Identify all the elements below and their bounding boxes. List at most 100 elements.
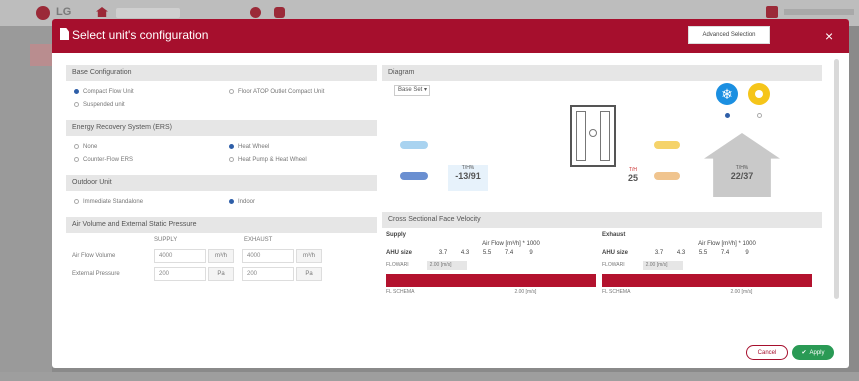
radio-label: Heat Wheel [238, 143, 270, 150]
airflow-row: Air Flow Volume 4000 m³/h 4000 m³/h [66, 247, 377, 265]
logo-text: LG [56, 6, 72, 18]
user-icon[interactable] [274, 7, 285, 18]
cooling-mode-icon[interactable]: ❄ [716, 83, 738, 105]
app-footer [0, 372, 859, 381]
home-icon[interactable] [96, 7, 108, 17]
unit-label: m³/h [296, 249, 322, 263]
velocity-bar [386, 274, 596, 287]
heat-wheel-icon [589, 129, 597, 137]
scrollbar[interactable] [834, 59, 839, 299]
room-temp-value: 22/37 [730, 171, 754, 181]
radio-label: Indoor [238, 198, 256, 205]
velocity-pill: 2.00 [m/s] [642, 260, 683, 270]
radio-floor-atop[interactable]: Floor ATOP Outlet Compact Unit [221, 89, 376, 95]
pressure-label: External Pressure [72, 271, 120, 277]
airvol-header: Air Volume and External Static Pressure [66, 217, 377, 233]
document-icon [60, 28, 69, 40]
return-air-arrow-icon [654, 141, 680, 149]
radio-heat-pump[interactable]: Heat Pump & Heat Wheel [221, 157, 376, 163]
exhaust-out-arrow-icon [400, 141, 428, 149]
room-temp: T/H% 22/37 [722, 165, 762, 181]
unit-label: Pa [296, 267, 322, 281]
supply-velocity: Supply Air Flow [m³/h] * 1000 AHU size 3… [386, 232, 596, 297]
radio-compact-flow[interactable]: Compact Flow Unit [66, 89, 221, 95]
radio-standalone[interactable]: Immediate Standalone [66, 199, 221, 205]
base-config-header: Base Configuration [66, 65, 377, 81]
row-label: FLOWARI [602, 262, 625, 268]
outside-temp-value: -13/91 [455, 171, 481, 181]
radio-indoor[interactable]: Indoor [221, 199, 376, 205]
airflow-value: 9 [529, 250, 533, 256]
exhaust-temp-box: T/H 25 [622, 167, 644, 189]
left-column: Base Configuration Compact Flow Unit Flo… [66, 65, 377, 283]
airflow-value: 5.5 [482, 250, 492, 256]
unit-config-modal: Select unit's configuration Advanced Sel… [52, 19, 849, 368]
fresh-air-in-arrow-icon [400, 172, 428, 180]
radio-counter-flow[interactable]: Counter-Flow ERS [66, 157, 221, 163]
radio-icon [74, 157, 79, 162]
search-input[interactable] [116, 8, 180, 18]
ahu-unit-diagram [570, 105, 616, 167]
exhaust-pressure-input[interactable]: 200 [242, 267, 294, 281]
velocity-pill: 2.00 [m/s] [426, 260, 467, 270]
exhaust-header: EXHAUST [244, 237, 273, 243]
exhaust-title: Exhaust [602, 232, 626, 238]
row-label: FLOWARI [386, 262, 409, 268]
settings-icon[interactable] [250, 7, 261, 18]
supply-header: SUPPLY [154, 237, 178, 243]
supply-title: Supply [386, 232, 407, 238]
exhaust-airflow-input[interactable]: 4000 [242, 249, 294, 263]
cooling-radio-icon[interactable] [725, 113, 730, 118]
supply-air-arrow-icon [654, 172, 680, 180]
right-column: Diagram Base Set ▾ ❄ T/H% -13/91 T/H 25 [382, 65, 822, 328]
airflow-value: 4.3 [460, 250, 470, 256]
radio-none[interactable]: None [66, 144, 221, 150]
radio-icon [74, 199, 79, 204]
supply-airflow-input[interactable]: 4000 [154, 249, 206, 263]
unit-coil-left [576, 111, 586, 161]
supply-pressure-input[interactable]: 200 [154, 267, 206, 281]
unit-coil-right [600, 111, 610, 161]
unit-label: m³/h [208, 249, 234, 263]
outdoor-header: Outdoor Unit [66, 175, 377, 191]
apply-button[interactable]: ✔ Apply [792, 345, 834, 360]
airflow-value: 5.5 [698, 250, 708, 256]
cross-section-panel: Supply Air Flow [m³/h] * 1000 AHU size 3… [382, 228, 822, 328]
radio-label: Immediate Standalone [83, 198, 144, 205]
radio-label: Floor ATOP Outlet Compact Unit [238, 88, 325, 95]
select-value: Base Set [398, 87, 423, 93]
airflow-value: 7.4 [504, 250, 514, 256]
velocity-bar [602, 274, 812, 287]
airflow-value: 9 [745, 250, 749, 256]
ahu-size-label: AHU size [386, 250, 413, 256]
close-icon[interactable]: × [825, 28, 833, 44]
heating-mode-icon[interactable] [748, 83, 770, 105]
ers-header: Energy Recovery System (ERS) [66, 120, 377, 136]
radio-icon [74, 144, 79, 149]
cancel-button[interactable]: Cancel [746, 345, 788, 360]
row-value: 2.00 [m/s] [730, 289, 753, 295]
radio-suspended[interactable]: Suspended unit [66, 102, 221, 108]
apply-label: Apply [809, 349, 825, 356]
radio-label: Suspended unit [83, 101, 125, 108]
diagram-header: Diagram [382, 65, 822, 81]
radio-icon [229, 157, 234, 162]
modal-title: Select unit's configuration [72, 28, 209, 42]
unit-label: Pa [208, 267, 234, 281]
diagram-select[interactable]: Base Set ▾ [394, 85, 430, 96]
sidebar-tab[interactable] [30, 44, 52, 66]
airflow-label: Air Flow Volume [72, 253, 116, 259]
heating-radio-icon[interactable] [757, 113, 762, 118]
exhaust-velocity: Exhaust Air Flow [m³/h] * 1000 AHU size … [602, 232, 812, 297]
radio-icon [229, 89, 234, 94]
pressure-row: External Pressure 200 Pa 200 Pa [66, 265, 377, 283]
row-label: FL SCHEMA [602, 289, 631, 295]
radio-heat-wheel[interactable]: Heat Wheel [221, 144, 376, 150]
ahu-size-label: AHU size [602, 250, 629, 256]
logout-icon[interactable] [766, 6, 778, 18]
modal-header: Select unit's configuration Advanced Sel… [52, 19, 849, 53]
radio-selected-icon [229, 199, 234, 204]
exhaust-temp-value: 25 [627, 173, 638, 183]
advanced-selection-button[interactable]: Advanced Selection [688, 26, 770, 44]
outside-temp-box: T/H% -13/91 [448, 165, 488, 191]
